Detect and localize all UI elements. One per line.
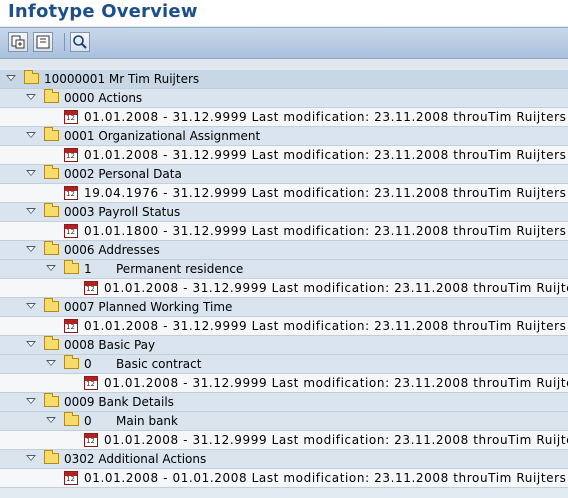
infotype-label: 0000 Actions bbox=[64, 91, 143, 105]
calendar-icon bbox=[64, 224, 78, 238]
infotype-node[interactable]: 0003 Payroll Status bbox=[0, 203, 568, 222]
record-text: 01.01.2008 - 31.12.9999 Last modificatio… bbox=[104, 281, 568, 295]
folder-icon bbox=[64, 355, 79, 369]
record-text: 01.01.2008 - 31.12.9999 Last modificatio… bbox=[84, 148, 567, 162]
infotype-label: 0302 Additional Actions bbox=[64, 452, 207, 466]
calendar-icon bbox=[64, 471, 78, 485]
collapse-all-button[interactable] bbox=[33, 32, 53, 52]
infotype-node[interactable]: 0009 Bank Details bbox=[0, 393, 568, 412]
record-row[interactable]: 01.01.2008 - 31.12.9999 Last modificatio… bbox=[0, 374, 568, 393]
record-row[interactable]: 01.01.2008 - 31.12.9999 Last modificatio… bbox=[0, 108, 568, 127]
subtype-code: 0 bbox=[84, 414, 92, 428]
infotype-node[interactable]: 0006 Addresses bbox=[0, 241, 568, 260]
record-text: 01.01.2008 - 31.12.9999 Last modificatio… bbox=[104, 433, 568, 447]
record-row[interactable]: 01.01.2008 - 31.12.9999 Last modificatio… bbox=[0, 279, 568, 298]
record-row[interactable]: 01.01.2008 - 31.12.9999 Last modificatio… bbox=[0, 317, 568, 336]
collapse-all-icon bbox=[36, 35, 50, 49]
infotype-label: 0007 Planned Working Time bbox=[64, 300, 233, 314]
tree-root[interactable]: 10000001 Mr Tim Ruijters bbox=[0, 70, 568, 89]
calendar-icon bbox=[64, 110, 78, 124]
folder-icon bbox=[44, 393, 59, 407]
collapse-icon[interactable] bbox=[46, 417, 56, 423]
find-button[interactable] bbox=[70, 32, 90, 52]
folder-icon bbox=[44, 241, 59, 255]
infotype-node[interactable]: 0008 Basic Pay bbox=[0, 336, 568, 355]
calendar-icon bbox=[84, 281, 98, 295]
collapse-icon[interactable] bbox=[26, 94, 36, 100]
subtype-name: Main bank bbox=[116, 414, 178, 428]
expand-all-button[interactable] bbox=[8, 32, 28, 52]
collapse-icon[interactable] bbox=[26, 341, 36, 347]
infotype-node[interactable]: 0002 Personal Data bbox=[0, 165, 568, 184]
collapse-icon[interactable] bbox=[26, 303, 36, 309]
record-text: 01.01.2008 - 31.12.9999 Last modificatio… bbox=[84, 110, 567, 124]
calendar-icon bbox=[64, 186, 78, 200]
folder-icon bbox=[64, 260, 79, 274]
record-row[interactable]: 01.01.2008 - 01.01.2008 Last modificatio… bbox=[0, 469, 568, 488]
record-text: 01.01.2008 - 01.01.2008 Last modificatio… bbox=[84, 471, 567, 485]
subtype-node[interactable]: 0 Basic contract bbox=[0, 355, 568, 374]
folder-icon bbox=[24, 70, 39, 84]
subtype-name: Permanent residence bbox=[116, 262, 244, 276]
infotype-label: 0002 Personal Data bbox=[64, 167, 182, 181]
infotype-node[interactable]: 0007 Planned Working Time bbox=[0, 298, 568, 317]
folder-icon bbox=[44, 89, 59, 103]
folder-icon bbox=[44, 203, 59, 217]
folder-icon bbox=[44, 127, 59, 141]
collapse-icon[interactable] bbox=[26, 132, 36, 138]
calendar-icon bbox=[64, 148, 78, 162]
record-row[interactable]: 01.01.2008 - 31.12.9999 Last modificatio… bbox=[0, 146, 568, 165]
folder-icon bbox=[64, 412, 79, 426]
subtype-code: 0 bbox=[84, 357, 92, 371]
subtype-node[interactable]: 1 Permanent residence bbox=[0, 260, 568, 279]
record-text: 01.01.2008 - 31.12.9999 Last modificatio… bbox=[104, 376, 568, 390]
infotype-label: 0009 Bank Details bbox=[64, 395, 174, 409]
find-icon bbox=[73, 35, 87, 49]
root-label: 10000001 Mr Tim Ruijters bbox=[44, 72, 200, 86]
collapse-icon[interactable] bbox=[26, 208, 36, 214]
infotype-tree: 10000001 Mr Tim Ruijters 0000 Actions 01… bbox=[0, 70, 568, 488]
subtype-node[interactable]: 0 Main bank bbox=[0, 412, 568, 431]
folder-icon bbox=[44, 298, 59, 312]
expand-all-icon bbox=[11, 35, 25, 49]
infotype-label: 0008 Basic Pay bbox=[64, 338, 156, 352]
calendar-icon bbox=[64, 319, 78, 333]
record-text: 19.04.1976 - 31.12.9999 Last modificatio… bbox=[84, 186, 567, 200]
record-row[interactable]: 19.04.1976 - 31.12.9999 Last modificatio… bbox=[0, 184, 568, 203]
collapse-icon[interactable] bbox=[26, 455, 36, 461]
calendar-icon bbox=[84, 433, 98, 447]
record-row[interactable]: 01.01.1800 - 31.12.9999 Last modificatio… bbox=[0, 222, 568, 241]
tree-panel: 10000001 Mr Tim Ruijters 0000 Actions 01… bbox=[0, 68, 568, 498]
page-title: Infotype Overview bbox=[8, 1, 198, 22]
folder-icon bbox=[44, 165, 59, 179]
record-row[interactable]: 01.01.2008 - 31.12.9999 Last modificatio… bbox=[0, 431, 568, 450]
folder-icon bbox=[44, 336, 59, 350]
record-text: 01.01.2008 - 31.12.9999 Last modificatio… bbox=[84, 319, 567, 333]
record-text: 01.01.1800 - 31.12.9999 Last modificatio… bbox=[84, 224, 567, 238]
infotype-label: 0001 Organizational Assignment bbox=[64, 129, 261, 143]
folder-icon bbox=[44, 450, 59, 464]
infotype-node[interactable]: 0000 Actions bbox=[0, 89, 568, 108]
collapse-icon[interactable] bbox=[6, 75, 16, 81]
collapse-icon[interactable] bbox=[46, 265, 56, 271]
title-bar: Infotype Overview bbox=[0, 0, 568, 26]
collapse-icon[interactable] bbox=[46, 360, 56, 366]
infotype-node[interactable]: 0302 Additional Actions bbox=[0, 450, 568, 469]
toolbar-separator bbox=[64, 33, 65, 51]
subtype-code: 1 bbox=[84, 262, 92, 276]
calendar-icon bbox=[84, 376, 98, 390]
collapse-icon[interactable] bbox=[26, 170, 36, 176]
infotype-label: 0006 Addresses bbox=[64, 243, 160, 257]
infotype-node[interactable]: 0001 Organizational Assignment bbox=[0, 127, 568, 146]
collapse-icon[interactable] bbox=[26, 398, 36, 404]
toolbar bbox=[0, 27, 568, 59]
subtype-name: Basic contract bbox=[116, 357, 202, 371]
infotype-label: 0003 Payroll Status bbox=[64, 205, 181, 219]
collapse-icon[interactable] bbox=[26, 246, 36, 252]
